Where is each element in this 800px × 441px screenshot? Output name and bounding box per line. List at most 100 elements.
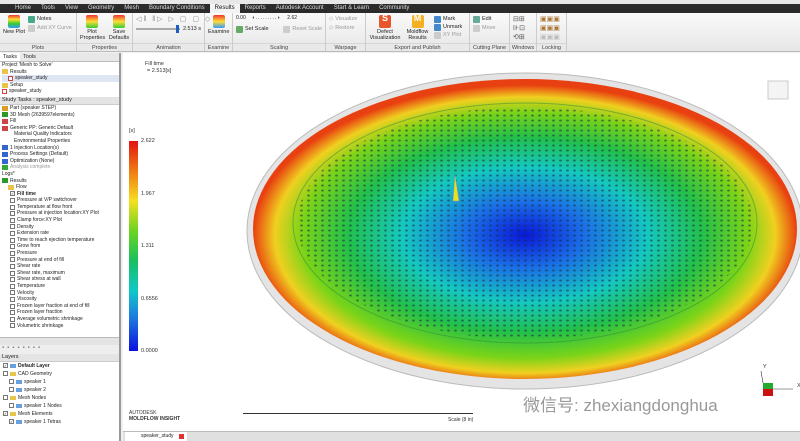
slider-thumb[interactable] bbox=[176, 25, 180, 33]
set-scale-button[interactable]: Set Scale bbox=[236, 25, 269, 34]
reset-scale-button[interactable]: Reset Scale bbox=[283, 25, 322, 34]
tab-tools[interactable]: Tools bbox=[20, 53, 39, 61]
layer-item[interactable]: speaker 2 bbox=[3, 386, 119, 394]
task-item[interactable]: Logs* bbox=[2, 171, 119, 178]
checkbox[interactable] bbox=[10, 323, 15, 329]
checkbox[interactable] bbox=[9, 387, 14, 393]
task-item[interactable]: 1 Injection Location(s) bbox=[2, 145, 119, 152]
layer-item[interactable]: ✓ Mesh Elements bbox=[3, 410, 119, 418]
checkbox[interactable] bbox=[10, 250, 15, 256]
tree-item[interactable]: speaker_study bbox=[2, 88, 119, 95]
tab-geometry[interactable]: Geometry bbox=[83, 4, 119, 13]
checkbox[interactable] bbox=[10, 283, 15, 289]
checkbox[interactable] bbox=[10, 277, 15, 283]
checkbox[interactable] bbox=[3, 395, 8, 401]
checkbox[interactable] bbox=[10, 231, 15, 237]
add-xy-curve-button[interactable]: Add XY Curve bbox=[28, 24, 72, 33]
checkbox[interactable] bbox=[9, 403, 14, 409]
result-item[interactable]: Frozen layer fraction at end of fill bbox=[10, 303, 119, 310]
result-item[interactable]: Clamp force:XY Plot bbox=[10, 217, 119, 224]
move-cutting-plane-button[interactable]: Move bbox=[473, 24, 506, 33]
defect-visualization-button[interactable]: S Defect Visualization bbox=[369, 14, 401, 42]
tab-home[interactable]: Home bbox=[10, 4, 36, 13]
panel-splitter[interactable] bbox=[0, 336, 119, 345]
moldflow-results-button[interactable]: M Moldflow Results bbox=[404, 14, 431, 42]
doc-tab-speaker-study[interactable]: speaker_study bbox=[125, 432, 187, 441]
checkbox[interactable] bbox=[10, 211, 15, 217]
part-model[interactable] bbox=[123, 53, 800, 431]
checkbox[interactable] bbox=[10, 290, 15, 296]
checkbox[interactable]: ✓ bbox=[3, 363, 8, 369]
checkbox[interactable] bbox=[10, 270, 15, 276]
task-item[interactable]: Environmental Properties bbox=[2, 138, 119, 145]
checkbox[interactable]: ✓ bbox=[10, 191, 15, 197]
checkbox[interactable] bbox=[9, 379, 14, 385]
close-icon[interactable] bbox=[179, 434, 184, 439]
checkbox[interactable]: ✓ bbox=[9, 419, 14, 425]
locking-buttons[interactable]: ▣▣▣ ▣▣▣ ▣▣▣ bbox=[540, 15, 563, 42]
result-item[interactable]: Pressure at end of fill bbox=[10, 257, 119, 264]
checkbox[interactable] bbox=[10, 264, 15, 270]
layer-toolbar[interactable]: ▪▪▪▪▪▪▪▪ bbox=[0, 344, 119, 354]
unmark-button[interactable]: Unmark bbox=[434, 23, 462, 31]
checkbox[interactable] bbox=[10, 198, 15, 204]
checkbox[interactable] bbox=[10, 237, 15, 243]
tab-tasks[interactable]: Tasks bbox=[0, 53, 21, 61]
xy-plot-button[interactable]: XY Plot bbox=[434, 31, 462, 39]
plot-properties-button[interactable]: Plot Properties bbox=[80, 15, 105, 41]
tab-tools[interactable]: Tools bbox=[36, 4, 60, 13]
layer-item[interactable]: Mesh Nodes bbox=[3, 394, 119, 402]
edit-cutting-plane-button[interactable]: Edit bbox=[473, 15, 506, 24]
checkbox[interactable] bbox=[10, 296, 15, 302]
restore-button[interactable]: ◇ Restore bbox=[329, 24, 362, 33]
result-item[interactable]: Pressure at injection location:XY Plot bbox=[10, 210, 119, 217]
notes-button[interactable]: Notes bbox=[28, 15, 72, 24]
layer-item[interactable]: speaker 1 Nodes bbox=[3, 402, 119, 410]
result-item[interactable]: Viscosity bbox=[10, 296, 119, 303]
tab-boundary-conditions[interactable]: Boundary Conditions bbox=[144, 4, 210, 13]
task-item[interactable]: Flow bbox=[2, 184, 119, 191]
result-item[interactable]: Extension rate bbox=[10, 230, 119, 237]
task-item[interactable]: Analysis complete bbox=[2, 164, 119, 171]
result-item[interactable]: Time to reach ejection temperature bbox=[10, 237, 119, 244]
tree-item[interactable]: speaker_study bbox=[2, 75, 119, 82]
task-item[interactable]: Results bbox=[2, 178, 119, 185]
checkbox[interactable] bbox=[10, 204, 15, 210]
checkbox[interactable] bbox=[10, 316, 15, 322]
result-item[interactable]: Pressure bbox=[10, 250, 119, 257]
checkbox[interactable] bbox=[10, 244, 15, 250]
layer-item[interactable]: speaker 1 bbox=[3, 378, 119, 386]
task-item[interactable]: Part (speaker STEP) bbox=[2, 105, 119, 112]
result-item[interactable]: ✓ Fill time bbox=[10, 191, 119, 198]
tab-mesh[interactable]: Mesh bbox=[119, 4, 144, 13]
tab-community[interactable]: Community bbox=[374, 4, 414, 13]
animation-slider[interactable] bbox=[136, 25, 180, 33]
checkbox[interactable] bbox=[10, 257, 15, 263]
tab-start-learn[interactable]: Start & Learn bbox=[329, 4, 374, 13]
task-item[interactable]: Process Settings (Default) bbox=[2, 151, 119, 158]
task-item[interactable]: Fill bbox=[2, 118, 119, 125]
task-item[interactable]: Optimization (None) bbox=[2, 158, 119, 165]
result-item[interactable]: Shear rate, maximum bbox=[10, 270, 119, 277]
result-item[interactable]: Volumetric shrinkage bbox=[10, 323, 119, 330]
model-viewport[interactable]: Fill time = 2.513[s] [s] 2.622 1.967 1.311… bbox=[123, 53, 800, 431]
tab-reports[interactable]: Reports bbox=[240, 4, 271, 13]
layer-item[interactable]: CAD Geometry bbox=[3, 370, 119, 378]
animation-controls[interactable]: ◁‖ ‖▷ ▷ ▢ ▢ ◇ ◇ bbox=[136, 15, 222, 23]
result-item[interactable]: Grow from bbox=[10, 243, 119, 250]
mark-button[interactable]: Mark bbox=[434, 15, 462, 23]
layer-item[interactable]: ✓ speaker 1 Tetras bbox=[3, 418, 119, 426]
task-item[interactable]: Material Quality Indicators bbox=[2, 131, 119, 138]
task-item[interactable]: 3D Mesh (2639597elements) bbox=[2, 112, 119, 119]
result-item[interactable]: Density bbox=[10, 224, 119, 231]
result-item[interactable]: Temperature bbox=[10, 283, 119, 290]
scale-slider[interactable]: ◖.........◗ bbox=[252, 15, 282, 21]
checkbox[interactable] bbox=[3, 371, 8, 377]
visualize-button[interactable]: ◇ Visualize bbox=[329, 15, 362, 24]
examine-button[interactable]: Examine bbox=[208, 15, 229, 35]
tab-view[interactable]: View bbox=[60, 4, 83, 13]
checkbox[interactable] bbox=[10, 310, 15, 316]
checkbox[interactable]: ✓ bbox=[3, 411, 8, 417]
result-item[interactable]: Pressure at V/P switchover bbox=[10, 197, 119, 204]
tab-autodesk-account[interactable]: Autodesk Account bbox=[271, 4, 329, 13]
